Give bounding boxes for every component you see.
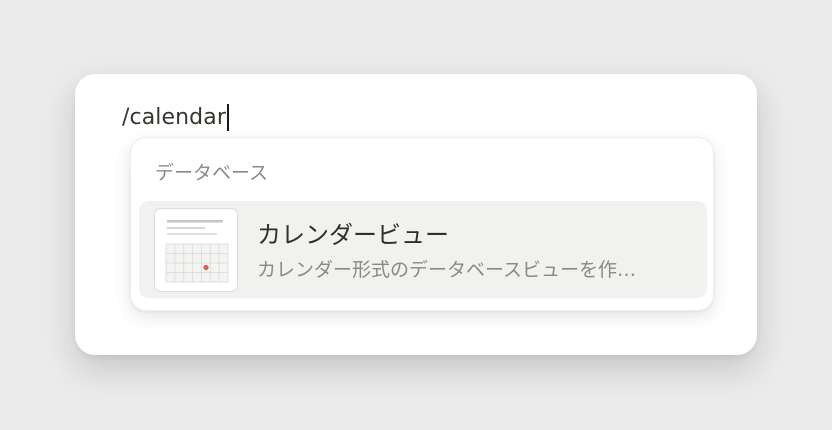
calendar-thumbnail-icon bbox=[154, 208, 238, 292]
editor-card: /calendar データベース カレンダービュー カレンダー形式のデータベース… bbox=[75, 74, 757, 355]
command-text: /calendar bbox=[122, 104, 226, 130]
menu-item-title: カレンダービュー bbox=[257, 221, 449, 249]
menu-item-description: カレンダー形式のデータベースビューを作… bbox=[257, 259, 637, 281]
text-caret bbox=[226, 103, 229, 131]
slash-command-menu: データベース カレンダービュー カレンダー形式のデータベースビューを作… bbox=[130, 137, 714, 311]
menu-section-label: データベース bbox=[155, 162, 269, 184]
slash-command-input[interactable]: /calendar bbox=[122, 102, 229, 132]
menu-item-calendar-view[interactable]: カレンダービュー カレンダー形式のデータベースビューを作… bbox=[139, 201, 707, 298]
